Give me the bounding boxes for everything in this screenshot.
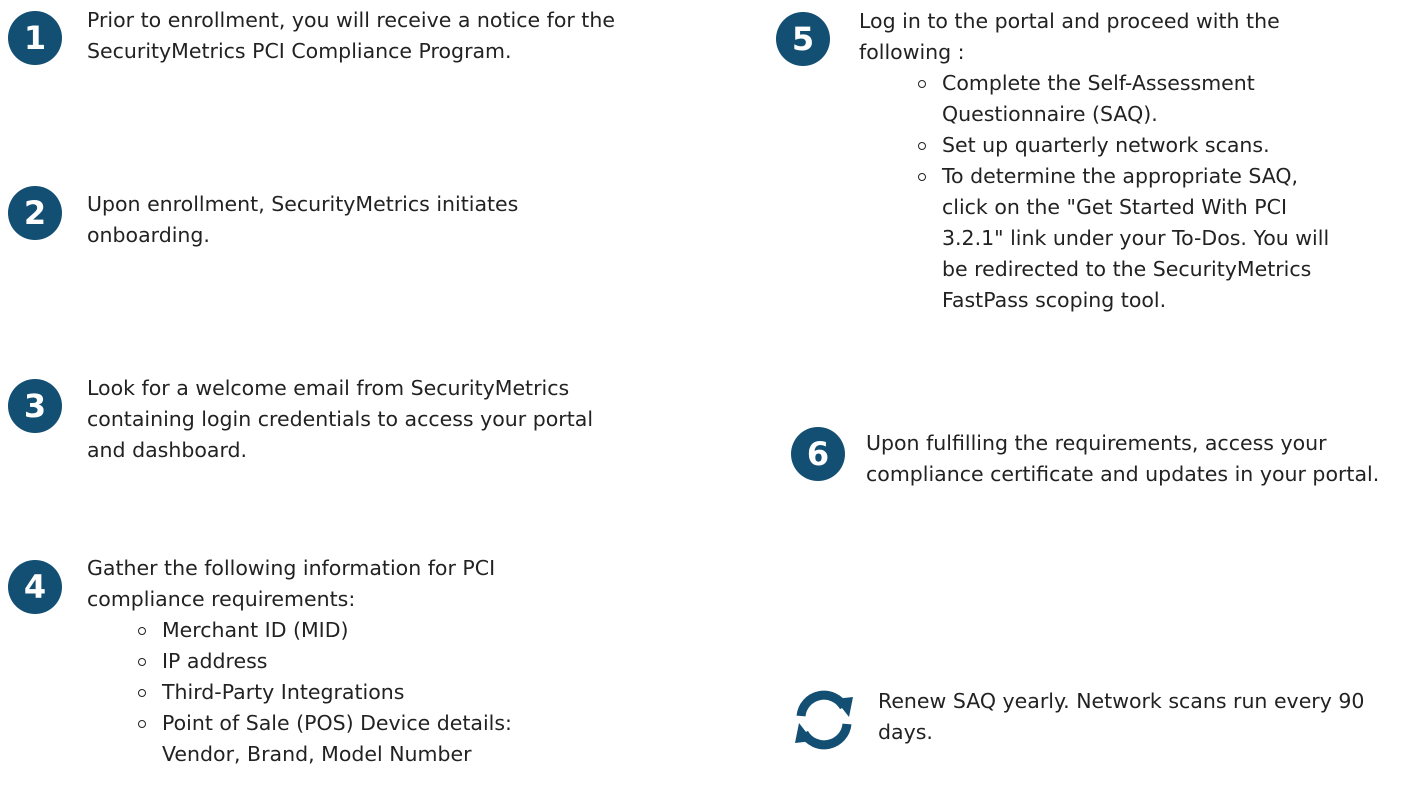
step-1-badge: 1 xyxy=(8,11,62,65)
step-5-list: Complete the Self-Assessment Questionnai… xyxy=(915,68,1355,316)
list-item: Point of Sale (POS) Device details: Vend… xyxy=(135,708,555,770)
step-1-text: Prior to enrollment, you will receive a … xyxy=(87,8,615,63)
list-item: Set up quarterly network scans. xyxy=(915,130,1355,161)
list-item: Complete the Self-Assessment Questionnai… xyxy=(915,68,1322,130)
step-3-badge: 3 xyxy=(8,379,62,433)
step-5-badge: 5 xyxy=(776,12,830,66)
step-5-intro: Log in to the portal and proceed with th… xyxy=(859,9,1280,64)
list-item: IP address xyxy=(135,646,555,677)
step-6-badge: 6 xyxy=(791,427,845,481)
refresh-icon xyxy=(795,690,853,750)
step-4-badge: 4 xyxy=(8,560,62,614)
step-3-text: Look for a welcome email from SecurityMe… xyxy=(87,376,594,462)
step-2-badge: 2 xyxy=(8,186,62,240)
renewal-text: Renew SAQ yearly. Network scans run ever… xyxy=(878,689,1365,744)
step-2-text: Upon enrollment, SecurityMetrics initiat… xyxy=(87,192,519,247)
step-6-text: Upon fulfilling the requirements, access… xyxy=(866,431,1380,486)
list-item: To determine the appropriate SAQ, click … xyxy=(915,161,1342,316)
step-5-text: Log in to the portal and proceed with th… xyxy=(859,6,1379,316)
list-item: Third-Party Integrations xyxy=(135,677,555,708)
step-4-intro: Gather the following information for PCI… xyxy=(87,556,496,611)
list-item: Merchant ID (MID) xyxy=(135,615,555,646)
step-4-text: Gather the following information for PCI… xyxy=(87,553,617,770)
step-4-list: Merchant ID (MID) IP address Third-Party… xyxy=(135,615,555,770)
